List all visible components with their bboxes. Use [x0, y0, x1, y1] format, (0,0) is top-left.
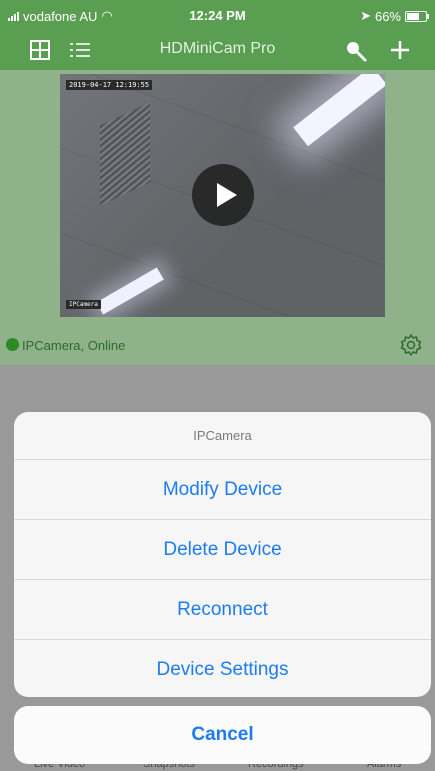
reconnect-button[interactable]: Reconnect	[14, 580, 431, 640]
camera-preview[interactable]: 2019-04-17 12:19:55 IPCamera	[60, 74, 385, 317]
battery-percent: 66%	[374, 8, 401, 24]
action-sheet-title: IPCamera	[14, 412, 431, 460]
delete-device-button[interactable]: Delete Device	[14, 520, 431, 580]
video-timestamp: 2019-04-17 12:19:55	[66, 80, 153, 90]
battery-info: ➤ 66%	[360, 8, 429, 24]
modify-device-button[interactable]: Modify Device	[14, 460, 431, 520]
device-settings-button[interactable]: Device Settings	[14, 640, 431, 697]
camera-status: IPCamera, Online	[22, 338, 126, 353]
camera-card[interactable]: 2019-04-17 12:19:55 IPCamera	[0, 70, 435, 365]
play-icon[interactable]	[192, 164, 254, 226]
battery-icon	[405, 10, 429, 22]
action-sheet: IPCamera Modify Device Delete Device Rec…	[14, 412, 431, 697]
page-title: HDMiniCam Pro	[159, 40, 276, 57]
add-icon[interactable]	[390, 40, 410, 60]
gear-icon[interactable]	[399, 333, 423, 357]
cancel-button[interactable]: Cancel	[14, 706, 431, 764]
search-icon[interactable]	[345, 40, 367, 62]
nav-bar: HDMiniCam Pro	[0, 30, 435, 70]
camera-status-row: IPCamera, Online	[0, 330, 435, 360]
status-bar: vodafone AU ◠ 12:24 PM ➤ 66%	[0, 0, 435, 30]
video-camera-label: IPCamera	[66, 300, 101, 309]
location-icon: ➤	[360, 8, 371, 23]
online-status-icon	[6, 338, 19, 351]
